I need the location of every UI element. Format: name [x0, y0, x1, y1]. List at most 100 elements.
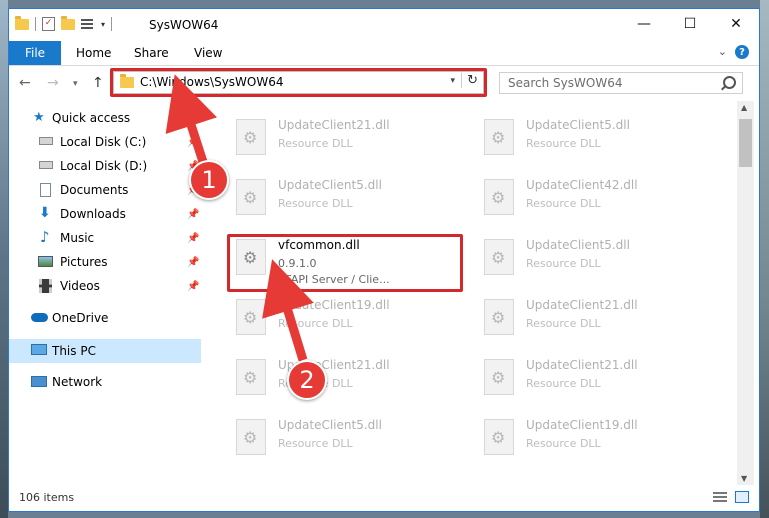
sidebar-item-downloads[interactable]: ⬇ Downloads 📌: [9, 203, 201, 225]
sidebar-item-label: Pictures: [60, 255, 108, 269]
file-item[interactable]: UpdateClient42.dll Resource DLL: [479, 171, 709, 227]
expand-ribbon-chevron-icon[interactable]: ⌄: [718, 45, 727, 58]
back-arrow-icon[interactable]: ←: [19, 75, 31, 91]
scroll-down-icon[interactable]: ▼: [741, 474, 747, 483]
pin-icon[interactable]: 📌: [187, 137, 199, 148]
close-button[interactable]: ✕: [713, 9, 759, 39]
file-name: UpdateClient21.dll: [526, 298, 638, 312]
file-name: UpdateClient21.dll: [526, 358, 638, 372]
search-icon[interactable]: [723, 76, 736, 89]
sidebar-item-label: Documents: [60, 183, 129, 197]
file-item[interactable]: UpdateClient21.dll Resource DLL: [231, 111, 461, 167]
recent-locations-dropdown-icon[interactable]: ▾: [73, 79, 78, 89]
sidebar-item-label: OneDrive: [52, 311, 109, 325]
file-item[interactable]: UpdateClient21.dll Resource DLL: [231, 351, 461, 407]
sidebar-item-this-pc[interactable]: This PC: [9, 339, 201, 363]
dll-file-icon: [484, 299, 514, 335]
file-highlight-box: [227, 234, 463, 292]
file-item[interactable]: UpdateClient5.dll Resource DLL: [231, 411, 461, 467]
file-type: Resource DLL: [278, 317, 353, 330]
pc-icon: [31, 344, 47, 355]
dll-file-icon: [484, 239, 514, 275]
drive-icon: [39, 161, 53, 169]
sidebar-item-videos[interactable]: Videos 📌: [9, 275, 201, 297]
customize-toolbar-dropdown-icon[interactable]: ▾: [101, 20, 105, 29]
file-type: Resource DLL: [526, 257, 601, 270]
file-type: Resource DLL: [278, 197, 353, 210]
toolbar-divider: [35, 17, 36, 31]
sidebar-item-onedrive[interactable]: OneDrive: [9, 307, 201, 329]
file-explorer-window: ✓ ▾ SysWOW64 — ☐ ✕ File Home Share View …: [8, 8, 760, 512]
star-icon: ★: [33, 110, 45, 125]
folder-icon: [15, 15, 29, 30]
details-view-icon[interactable]: [713, 492, 727, 502]
file-type: Resource DLL: [526, 437, 601, 450]
sidebar-item-pictures[interactable]: Pictures 📌: [9, 251, 201, 273]
sidebar-item-music[interactable]: ♪ Music 📌: [9, 227, 201, 249]
sidebar-item-label: Local Disk (C:): [60, 135, 147, 149]
file-name: UpdateClient19.dll: [526, 418, 638, 432]
file-list: UpdateClient21.dll Resource DLL UpdateCl…: [201, 101, 737, 485]
tab-home[interactable]: Home: [76, 41, 111, 65]
file-type: Resource DLL: [526, 137, 601, 150]
sidebar-item-label: Videos: [60, 279, 100, 293]
tab-view[interactable]: View: [194, 41, 222, 65]
sidebar-item-local-disk-d[interactable]: Local Disk (D:) 📌: [9, 155, 201, 177]
large-icons-view-icon[interactable]: [735, 491, 749, 503]
file-name: UpdateClient19.dll: [278, 298, 390, 312]
forward-arrow-icon[interactable]: →: [47, 75, 59, 91]
file-item[interactable]: UpdateClient19.dll Resource DLL: [479, 411, 709, 467]
search-placeholder: Search SysWOW64: [508, 76, 623, 90]
sidebar-item-quick-access[interactable]: ★ Quick access: [9, 107, 201, 129]
properties-icon[interactable]: [81, 18, 95, 30]
dll-file-icon: [236, 179, 266, 215]
dll-file-icon: [236, 419, 266, 455]
file-type: Resource DLL: [278, 437, 353, 450]
minimize-button[interactable]: —: [621, 9, 667, 39]
vertical-scrollbar[interactable]: ▲ ▼: [737, 101, 754, 485]
dll-file-icon: [236, 359, 266, 395]
new-folder-icon[interactable]: [61, 15, 75, 30]
download-icon: ⬇: [39, 205, 51, 221]
file-name: UpdateClient5.dll: [278, 178, 382, 192]
pin-icon[interactable]: 📌: [187, 233, 199, 244]
sidebar-item-documents[interactable]: Documents 📌: [9, 179, 201, 201]
dll-file-icon: [484, 119, 514, 155]
sidebar-item-label: This PC: [52, 344, 96, 358]
pin-icon[interactable]: 📌: [187, 281, 199, 292]
scrollbar-thumb[interactable]: [739, 119, 752, 167]
dll-file-icon: [236, 299, 266, 335]
sidebar-item-network[interactable]: Network: [9, 371, 201, 393]
pin-icon[interactable]: 📌: [187, 209, 199, 220]
cloud-icon: [31, 313, 48, 322]
file-item[interactable]: UpdateClient5.dll Resource DLL: [479, 111, 709, 167]
dll-file-icon: [484, 419, 514, 455]
help-button[interactable]: ?: [735, 45, 749, 59]
status-bar: 106 items: [9, 485, 759, 511]
quick-access-toolbar: ✓ ▾: [15, 15, 113, 31]
address-row: ← → ▾ ↑ C:\Windows\SysWOW64 ▾ ↻ Search S…: [9, 66, 759, 100]
file-item[interactable]: UpdateClient21.dll Resource DLL: [479, 351, 709, 407]
file-item[interactable]: UpdateClient5.dll Resource DLL: [479, 231, 709, 287]
tab-file[interactable]: File: [9, 41, 61, 65]
pin-icon[interactable]: 📌: [187, 257, 199, 268]
scroll-up-icon[interactable]: ▲: [741, 103, 747, 112]
file-item[interactable]: UpdateClient21.dll Resource DLL: [479, 291, 709, 347]
desktop-background-left: [0, 0, 8, 518]
callout-badge-1: 1: [189, 160, 229, 200]
search-input[interactable]: Search SysWOW64: [499, 72, 743, 94]
sidebar-item-label: Music: [60, 231, 95, 245]
tab-share[interactable]: Share: [134, 41, 169, 65]
maximize-button[interactable]: ☐: [667, 9, 713, 39]
callout-badge-2: 2: [287, 360, 327, 400]
properties-check-icon[interactable]: ✓: [42, 17, 55, 31]
dll-file-icon: [484, 359, 514, 395]
up-arrow-icon[interactable]: ↑: [92, 75, 104, 91]
title-bar: ✓ ▾ SysWOW64 — ☐ ✕: [9, 9, 759, 41]
file-type: Resource DLL: [278, 137, 353, 150]
sidebar-item-label: Quick access: [52, 111, 131, 125]
sidebar-item-local-disk-c[interactable]: Local Disk (C:) 📌: [9, 131, 201, 153]
file-item[interactable]: UpdateClient5.dll Resource DLL: [231, 171, 461, 227]
file-item[interactable]: UpdateClient19.dll Resource DLL: [231, 291, 461, 347]
toolbar-divider: [111, 17, 113, 31]
